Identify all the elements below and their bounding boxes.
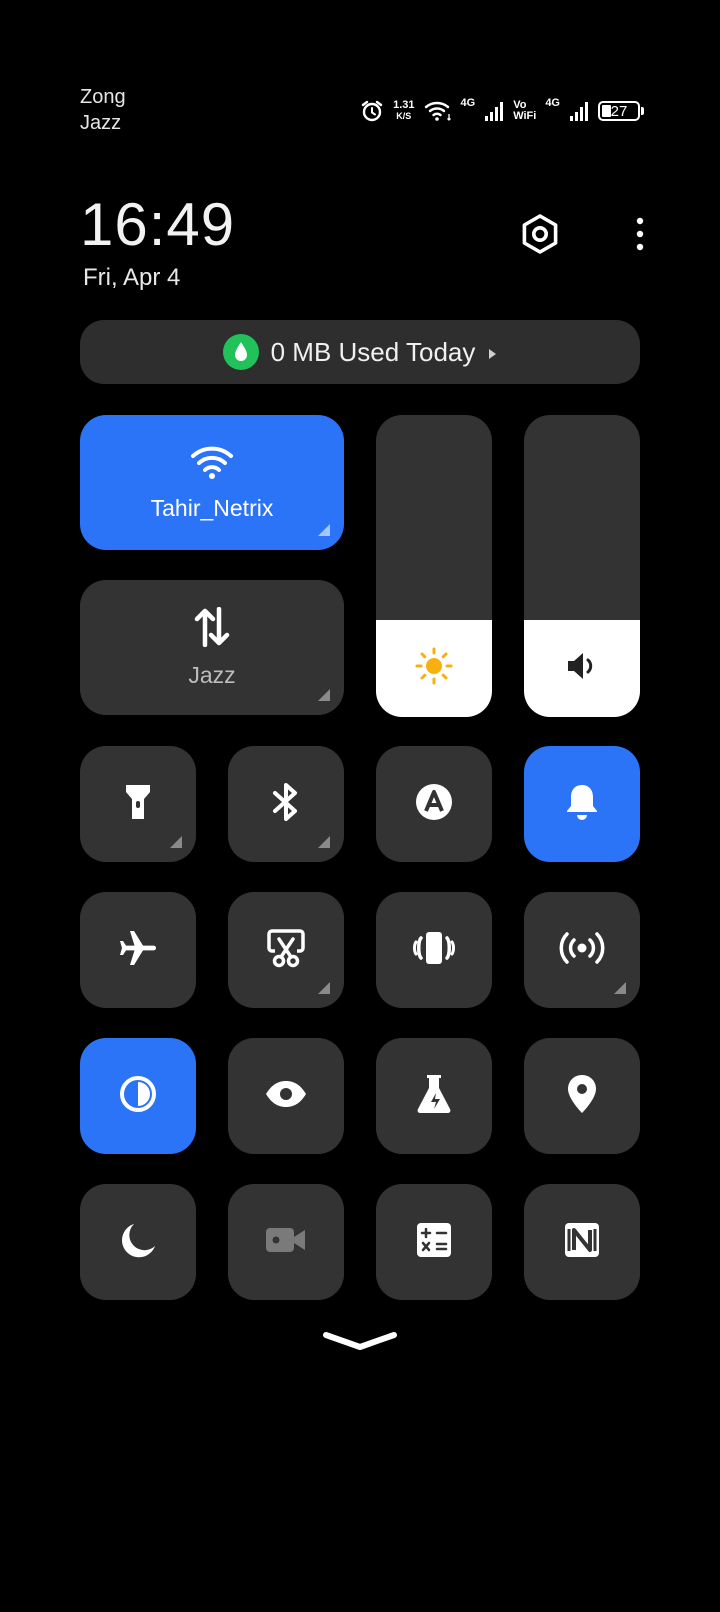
auto-brightness-toggle[interactable] (376, 746, 492, 862)
screen-record-toggle[interactable] (228, 1184, 344, 1300)
settings-hexagon-icon (519, 213, 561, 260)
alarm-icon (360, 99, 384, 123)
moon-icon (118, 1220, 158, 1265)
speaker-icon (564, 648, 600, 689)
mobile-data-tile[interactable]: Jazz (80, 580, 344, 715)
flashlight-toggle[interactable] (80, 746, 196, 862)
expand-corner-icon (318, 689, 330, 701)
bluetooth-toggle[interactable] (228, 746, 344, 862)
more-menu-button[interactable] (620, 212, 660, 260)
volume-slider-fill (524, 620, 640, 717)
calculator-icon (416, 1222, 452, 1263)
mobile-data-arrows-icon (194, 606, 230, 652)
screenshot-scissors-icon (265, 927, 307, 974)
settings-button[interactable] (516, 212, 564, 260)
carrier-name-2: Jazz (80, 112, 122, 134)
chevron-right-icon (487, 337, 497, 368)
battery-level: 27 (610, 102, 628, 120)
dark-mode-toggle[interactable] (80, 1038, 196, 1154)
wifi-network-label: Tahir_Netrix (150, 494, 274, 521)
wifi-tile[interactable]: Tahir_Netrix (80, 415, 344, 550)
more-vertical-icon (636, 217, 644, 256)
location-pin-icon (565, 1073, 599, 1120)
bell-icon (564, 782, 600, 827)
wifi-icon (424, 100, 452, 122)
expand-corner-icon (318, 836, 330, 848)
carrier-name-1: Zong (80, 86, 126, 108)
bluetooth-icon (270, 782, 302, 827)
sun-icon (414, 646, 454, 691)
data-usage-label: 0 MB Used Today (270, 336, 476, 367)
expand-corner-icon (318, 524, 330, 536)
calculator-toggle[interactable] (376, 1184, 492, 1300)
expand-corner-icon (170, 836, 182, 848)
eye-comfort-toggle[interactable] (228, 1038, 344, 1154)
video-camera-icon (264, 1225, 308, 1260)
collapse-panel-button[interactable] (322, 1330, 398, 1359)
volume-slider[interactable] (524, 415, 640, 717)
brightness-slider[interactable] (376, 415, 492, 717)
location-toggle[interactable] (524, 1038, 640, 1154)
flashlight-icon (123, 782, 153, 827)
expand-corner-icon (318, 982, 330, 994)
nfc-toggle[interactable] (524, 1184, 640, 1300)
signal-icon (484, 100, 504, 122)
brightness-slider-fill (376, 620, 492, 717)
network-speed: 1.31 K/S (393, 99, 415, 122)
clock-time: 16:49 (80, 191, 236, 258)
eye-icon (264, 1079, 308, 1114)
expand-corner-icon (614, 982, 626, 994)
date-label: Fri, Apr 4 (83, 264, 181, 291)
vibrate-icon (412, 928, 456, 973)
battery-icon: 27 (598, 101, 644, 121)
vibrate-toggle[interactable] (376, 892, 492, 1008)
auto-brightness-icon (414, 782, 454, 827)
lab-toggle[interactable] (376, 1038, 492, 1154)
screenshot-toggle[interactable] (228, 892, 344, 1008)
airplane-mode-toggle[interactable] (80, 892, 196, 1008)
hotspot-toggle[interactable] (524, 892, 640, 1008)
hotspot-icon (559, 930, 605, 971)
status-icons: 1.31 K/S 4G Vo WiFi 4G 27 (360, 96, 644, 126)
sim2-network-type: 4G (545, 97, 560, 109)
do-not-disturb-toggle[interactable] (80, 1184, 196, 1300)
wifi-icon (190, 444, 234, 485)
sim1-network-type: 4G (460, 97, 476, 109)
data-usage-button[interactable]: 0 MB Used Today (80, 320, 640, 384)
flask-icon (416, 1073, 452, 1120)
chevron-down-icon (322, 1332, 398, 1358)
nfc-icon (563, 1221, 601, 1264)
airplane-icon (118, 928, 158, 973)
ring-mode-toggle[interactable] (524, 746, 640, 862)
vowifi-indicator: Vo WiFi (513, 99, 537, 122)
water-drop-icon (222, 334, 259, 370)
dark-mode-icon (118, 1074, 158, 1119)
signal-icon-2 (569, 100, 589, 122)
mobile-data-carrier-label: Jazz (188, 661, 236, 688)
